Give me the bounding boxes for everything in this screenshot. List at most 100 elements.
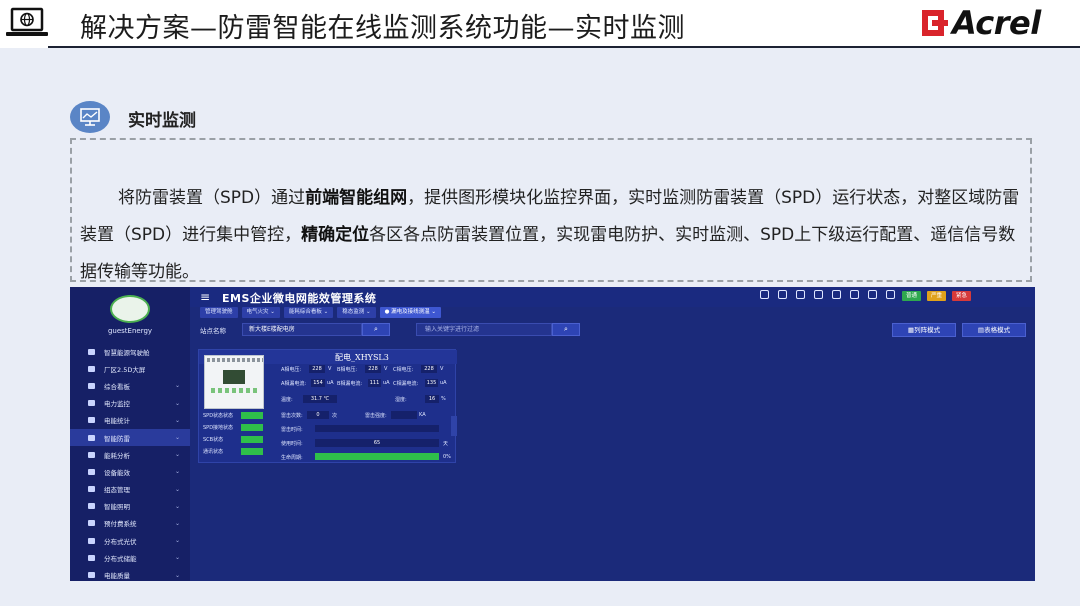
image-icon[interactable] bbox=[850, 290, 859, 299]
status-indicator bbox=[241, 424, 263, 431]
c-leak-label: C相漏电流: bbox=[393, 381, 419, 387]
strike-strength-unit: KA bbox=[419, 412, 426, 418]
sidebar-item[interactable]: 综合看板 ⌄ bbox=[70, 377, 190, 394]
table-mode-button[interactable]: ▤表格模式 bbox=[962, 323, 1026, 337]
c-leak-unit: uA bbox=[440, 380, 447, 386]
refresh-icon[interactable] bbox=[814, 290, 823, 299]
temperature-label: 温度: bbox=[281, 397, 293, 403]
chevron-down-icon: ⌄ bbox=[174, 571, 180, 579]
sidebar-item[interactable]: 智能照明 ⌄ bbox=[70, 498, 190, 515]
chevron-down-icon: ⌄ bbox=[174, 451, 180, 459]
chevron-down-icon: ⌄ bbox=[174, 399, 180, 407]
sidebar-item[interactable]: 设备能效 ⌄ bbox=[70, 463, 190, 480]
nav-tab[interactable]: 能耗综合看板 ⌄ bbox=[283, 307, 334, 318]
sidebar-item[interactable]: 厂区2.5D大屏 bbox=[70, 360, 190, 377]
section-description: 将防雷装置（SPD）通过前端智能组网，提供图形模块化监控界面，实时监测防雷装置（… bbox=[80, 180, 1020, 291]
spd-device-image bbox=[204, 355, 264, 409]
station-search-button[interactable]: ⌕ bbox=[362, 323, 390, 336]
acrel-logo: Acrel bbox=[918, 4, 1068, 42]
device-title: 配电_XHYSL3 bbox=[335, 353, 389, 362]
temperature-value: 31.7 ℃ bbox=[303, 395, 337, 403]
status-label: SPD状态状态 bbox=[203, 413, 234, 419]
nav-tab[interactable]: ● 漏电及接线测温 ⌄ bbox=[379, 307, 441, 318]
alarm-badges: 普通 严重 紧急 bbox=[902, 291, 972, 301]
status-label: SCB状态 bbox=[203, 437, 224, 443]
alarm-badge[interactable]: 紧急 bbox=[952, 291, 972, 301]
nav-tab[interactable]: 电气火灾 ⌄ bbox=[241, 307, 280, 318]
life-cycle-bar bbox=[315, 453, 439, 460]
menu-item-label: 智能防雷 bbox=[104, 434, 130, 443]
chevron-down-icon: ⌄ bbox=[174, 468, 180, 476]
humidity-label: 湿度: bbox=[395, 397, 407, 403]
sidebar-item[interactable]: 智慧能源驾驶舱 bbox=[70, 343, 190, 360]
b-leak-value: 111 bbox=[368, 379, 381, 387]
logo-text: Acrel bbox=[952, 4, 1041, 42]
b-leak-label: B相漏电流: bbox=[337, 381, 363, 387]
acrel-logo-mark-icon bbox=[922, 10, 948, 36]
sidebar-item[interactable]: 组态管理 ⌄ bbox=[70, 481, 190, 498]
status-label: 通讯状态 bbox=[203, 449, 224, 455]
alarm-badge[interactable]: 普通 bbox=[902, 291, 922, 301]
sidebar-item[interactable]: 分布式储能 ⌄ bbox=[70, 549, 190, 566]
menu-item-icon bbox=[88, 348, 95, 355]
strike-strength-value bbox=[391, 411, 417, 419]
volume-icon[interactable] bbox=[796, 290, 805, 299]
status-indicator bbox=[241, 412, 263, 419]
sidebar-item[interactable]: 分布式光伏 ⌄ bbox=[70, 532, 190, 549]
menu-item-icon bbox=[88, 468, 95, 475]
menu-item-icon bbox=[88, 554, 95, 561]
status-label: SPD接地状态 bbox=[203, 425, 234, 431]
app-title: EMS企业微电网能效管理系统 bbox=[222, 292, 377, 305]
keyword-input[interactable]: 输入关键字进行过滤 bbox=[416, 323, 552, 336]
nav-tabs: 管理驾驶舱 电气火灾 ⌄ 能耗综合看板 ⌄ 稳态监测 ⌄ ● 漏电及接线测温 ⌄ bbox=[200, 307, 441, 318]
menu-item-label: 预付费系统 bbox=[104, 520, 137, 529]
sidebar-item[interactable]: 能耗分析 ⌄ bbox=[70, 446, 190, 463]
alarm-badge[interactable]: 严重 bbox=[927, 291, 947, 301]
sidebar-item[interactable]: 电能质量 ⌄ bbox=[70, 566, 190, 581]
usage-time-value: 65 bbox=[315, 439, 439, 447]
sidebar-item[interactable]: 智能防雷 ⌄ bbox=[70, 428, 190, 447]
b-leak-unit: uA bbox=[383, 380, 390, 386]
humidity-value: 16 bbox=[425, 395, 439, 403]
search-icon[interactable] bbox=[760, 290, 769, 299]
menu-item-label: 厂区2.5D大屏 bbox=[104, 365, 146, 374]
globe-icon[interactable] bbox=[778, 290, 787, 299]
list-mode-button[interactable]: ▦列阵模式 bbox=[892, 323, 956, 337]
card-scroll-handle[interactable] bbox=[451, 416, 457, 436]
menu-item-label: 电力监控 bbox=[104, 400, 130, 409]
chevron-down-icon: ⌄ bbox=[174, 382, 180, 390]
nav-tab[interactable]: 管理驾驶舱 bbox=[200, 307, 238, 318]
slide-title: 解决方案—防雷智能在线监测系统功能—实时监测 bbox=[80, 13, 685, 44]
menu-item-icon bbox=[88, 365, 95, 372]
sidebar-item[interactable]: 电能统计 ⌄ bbox=[70, 412, 190, 429]
status-row: 通讯状态 bbox=[203, 448, 263, 455]
shirt-icon[interactable] bbox=[868, 290, 877, 299]
menu-item-label: 电能质量 bbox=[104, 572, 130, 581]
sidebar-item[interactable]: 预付费系统 ⌄ bbox=[70, 515, 190, 532]
status-row: SCB状态 bbox=[203, 436, 263, 443]
station-select[interactable]: 新大楼E楼配电房 bbox=[242, 323, 362, 336]
hamburger-menu-icon[interactable]: ≡ bbox=[200, 290, 210, 304]
desc-text-1: 将防雷装置（SPD）通过 bbox=[118, 188, 306, 208]
monitor-icon bbox=[70, 101, 110, 133]
nav-tab[interactable]: 稳态监测 ⌄ bbox=[337, 307, 376, 318]
menu-item-label: 设备能效 bbox=[104, 468, 130, 477]
device-card[interactable]: 配电_XHYSL3 A相电压: 228 V B相电压: 228 V C相电压: … bbox=[198, 349, 457, 463]
menu-item-icon bbox=[88, 434, 95, 441]
life-cycle-fill bbox=[315, 453, 439, 460]
chevron-down-icon: ⌄ bbox=[174, 502, 180, 510]
c-voltage-unit: V bbox=[440, 366, 444, 372]
chevron-down-icon: ⌄ bbox=[174, 537, 180, 545]
b-voltage-unit: V bbox=[384, 366, 388, 372]
device-leds bbox=[211, 388, 259, 393]
c-voltage-label: C相电压: bbox=[393, 367, 414, 373]
sidebar-item[interactable]: 电力监控 ⌄ bbox=[70, 395, 190, 412]
usage-time-unit: 天 bbox=[443, 441, 449, 447]
fullscreen-icon[interactable] bbox=[832, 290, 841, 299]
desc-bold-2: 精确定位 bbox=[301, 225, 370, 245]
menu-item-icon bbox=[88, 417, 95, 424]
keyword-search-button[interactable]: ⌕ bbox=[552, 323, 580, 336]
app-sidebar: guestEnergy 智慧能源驾驶舱 厂区2.5D大屏 综合看板 ⌄ 电力监控 ⌄ 电能统… bbox=[70, 287, 190, 581]
menu-item-icon bbox=[88, 520, 95, 527]
user-icon[interactable] bbox=[886, 290, 895, 299]
